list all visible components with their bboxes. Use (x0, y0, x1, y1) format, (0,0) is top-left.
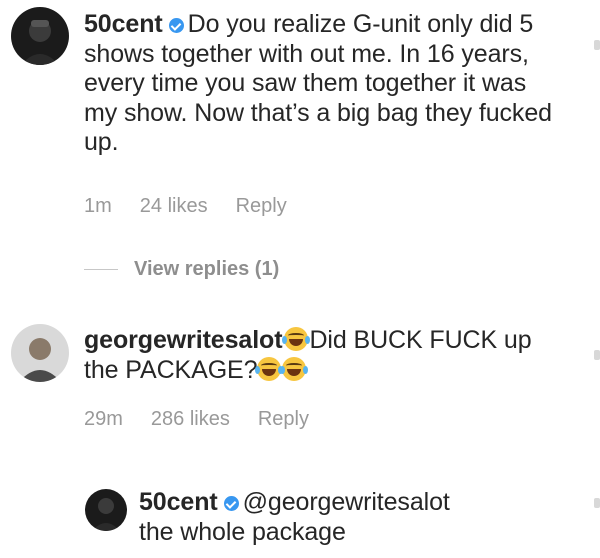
comment-georgewritesalot: georgewritesalot Did BUCK FUCK up the PAC… (0, 310, 600, 450)
avatar[interactable] (11, 324, 69, 382)
timestamp: 29m (84, 408, 123, 430)
face-with-tears-of-joy-icon (280, 356, 309, 381)
likes-count[interactable]: 24 likes (140, 195, 208, 218)
reply-body: the whole package (139, 517, 346, 546)
divider (84, 269, 118, 270)
heart-icon[interactable] (594, 498, 600, 508)
verified-badge-icon (223, 496, 239, 511)
timestamp: 1m (84, 195, 112, 217)
username[interactable]: 50cent (139, 488, 218, 516)
reply-button[interactable]: Reply (258, 408, 309, 431)
comment-meta: 1m 24 likes Reply (84, 195, 287, 218)
username[interactable]: 50cent (84, 10, 163, 38)
reply-text: 50cent @georgewritesalot the whole packag… (139, 488, 579, 547)
comment-text: georgewritesalot Did BUCK FUCK up the PAC… (84, 326, 564, 385)
reply-button[interactable]: Reply (236, 195, 287, 218)
comment-text: 50cent Do you realize G-unit only did 5 s… (84, 10, 564, 158)
mention-link[interactable]: @georgewritesalot (243, 488, 450, 516)
likes-count[interactable]: 286 likes (151, 408, 230, 431)
avatar[interactable] (85, 489, 127, 531)
username[interactable]: georgewritesalot (84, 326, 283, 354)
verified-badge-icon (168, 18, 184, 33)
heart-icon[interactable] (594, 40, 600, 50)
heart-icon[interactable] (594, 350, 600, 360)
avatar[interactable] (11, 7, 69, 65)
face-with-tears-of-joy-icon (282, 327, 311, 351)
face-with-tears-of-joy-icon (255, 356, 284, 381)
reply-comment-50cent: 50cent @georgewritesalot the whole packag… (0, 480, 600, 558)
view-replies-button[interactable]: View replies (1) (84, 258, 279, 281)
view-replies-label: View replies (1) (134, 258, 280, 280)
comment-50cent: 50cent Do you realize G-unit only did 5 s… (0, 0, 600, 230)
comment-meta: 29m 286 likes Reply (84, 408, 309, 431)
